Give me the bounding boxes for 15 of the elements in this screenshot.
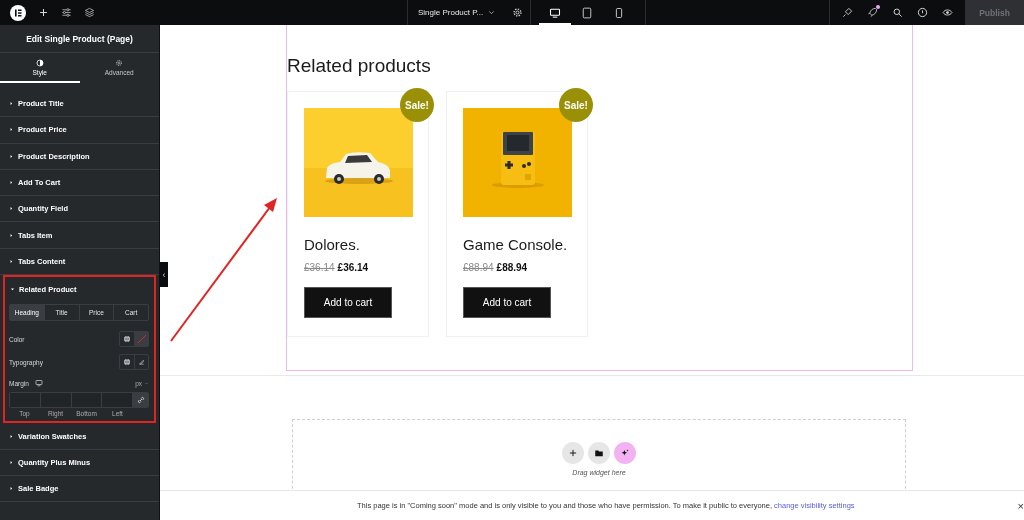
panel-title: Edit Single Product (Page) — [26, 33, 133, 44]
product-name[interactable]: Game Console. — [463, 236, 568, 253]
add-to-cart-button[interactable]: Add to cart — [304, 287, 392, 318]
close-button[interactable]: × — [1017, 499, 1024, 512]
page-title[interactable]: Single Product P... — [418, 8, 484, 17]
sale-badge: Sale! — [400, 88, 434, 122]
section-heading: Related products — [287, 55, 431, 77]
old-price: £88.94 — [463, 262, 494, 273]
sale-price: £36.14 — [337, 262, 369, 273]
collapse-panel-button[interactable]: ‹ — [160, 262, 168, 287]
old-price: £36.14 — [304, 262, 335, 273]
sale-price: £88.94 — [496, 262, 528, 273]
add-to-cart-button[interactable]: Add to cart — [463, 287, 551, 318]
product-name[interactable]: Dolores. — [304, 236, 360, 253]
sale-badge: Sale! — [559, 88, 593, 122]
